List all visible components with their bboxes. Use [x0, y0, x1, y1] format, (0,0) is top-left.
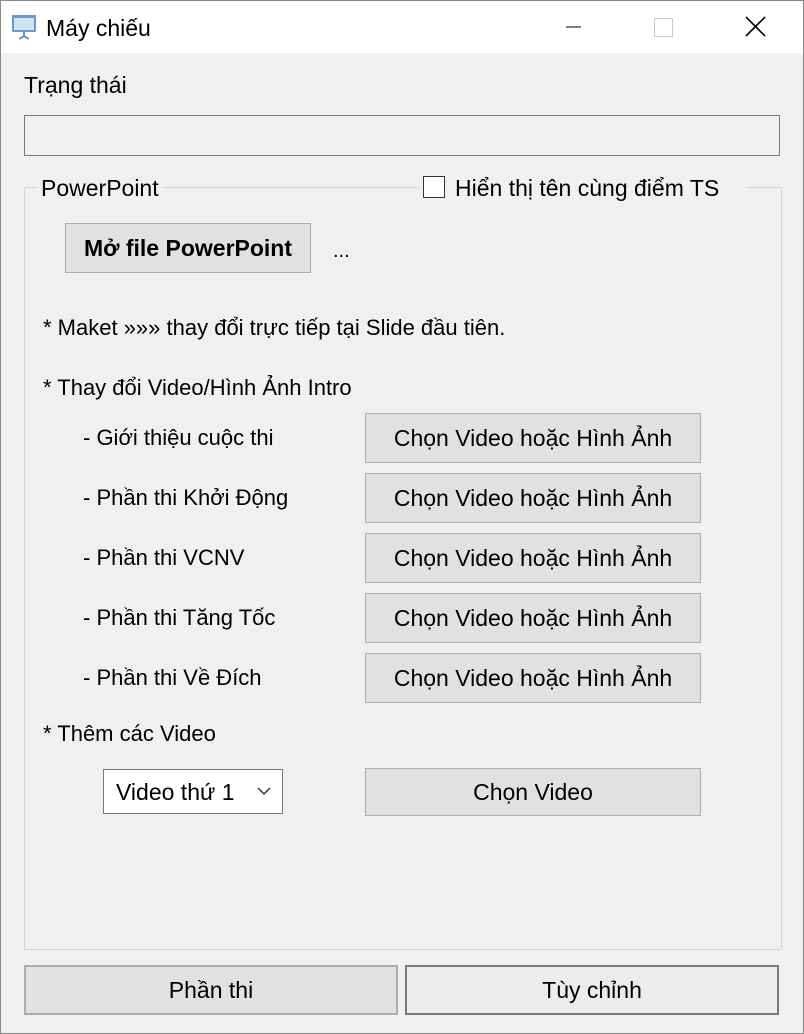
choose-media-label: Chọn Video hoặc Hình Ảnh — [393, 665, 673, 691]
custom-button-label: Tùy chỉnh — [542, 977, 642, 1003]
title-bar: Máy chiếu — [1, 1, 803, 53]
open-powerpoint-button[interactable]: Mở file PowerPoint — [65, 223, 311, 273]
choose-tang-toc-media-button[interactable]: Chọn Video hoặc Hình Ảnh — [365, 593, 701, 643]
choose-ve-dich-media-button[interactable]: Chọn Video hoặc Hình Ảnh — [365, 653, 701, 703]
choose-video-label: Chọn Video — [473, 779, 593, 805]
intro-row-label: - Phần thi Khởi Động — [83, 485, 289, 510]
intro-row-label: - Phần thi VCNV — [83, 545, 245, 570]
choose-video-button[interactable]: Chọn Video — [365, 768, 701, 816]
choose-intro-media-button[interactable]: Chọn Video hoặc Hình Ảnh — [365, 413, 701, 463]
intro-row-label: - Giới thiệu cuộc thi — [83, 425, 274, 450]
projector-window: Máy chiếu Trạng thái PowerPoint Hiển thị… — [0, 0, 804, 1034]
add-videos-heading: * Thêm các Video — [43, 721, 216, 746]
powerpoint-file-name: ... — [333, 240, 350, 262]
show-name-checkbox[interactable] — [423, 176, 445, 198]
choose-media-label: Chọn Video hoặc Hình Ảnh — [393, 485, 673, 511]
choose-vcnv-media-button[interactable]: Chọn Video hoặc Hình Ảnh — [365, 533, 701, 583]
status-display — [24, 115, 780, 156]
maket-note: * Maket »»» thay đổi trực tiếp tại Slide… — [43, 315, 506, 340]
open-powerpoint-label: Mở file PowerPoint — [83, 235, 293, 261]
close-button[interactable] — [725, 1, 785, 53]
choose-media-label: Chọn Video hoặc Hình Ảnh — [393, 425, 673, 451]
choose-khoi-dong-media-button[interactable]: Chọn Video hoặc Hình Ảnh — [365, 473, 701, 523]
projector-screen-icon — [12, 15, 36, 40]
window-title: Máy chiếu — [46, 15, 151, 41]
maximize-button[interactable] — [633, 1, 693, 53]
parts-button[interactable]: Phần thi — [24, 965, 398, 1015]
intro-heading: * Thay đổi Video/Hình Ảnh Intro — [43, 375, 352, 400]
minimize-button[interactable] — [543, 1, 603, 53]
powerpoint-group-title: PowerPoint — [38, 174, 162, 202]
show-name-checkbox-label[interactable]: Hiển thị tên cùng điểm TS — [455, 174, 719, 202]
intro-row-label: - Phần thi Tăng Tốc — [83, 605, 276, 630]
maximize-icon — [654, 18, 673, 37]
choose-media-label: Chọn Video hoặc Hình Ảnh — [393, 605, 673, 631]
minimize-icon — [566, 26, 581, 28]
intro-row-label: - Phần thi Về Đích — [83, 665, 262, 690]
chevron-down-icon — [257, 787, 271, 796]
video-number-select[interactable]: Video thứ 1 — [103, 769, 283, 814]
choose-media-label: Chọn Video hoặc Hình Ảnh — [393, 545, 673, 571]
parts-button-label: Phần thi — [168, 977, 254, 1003]
close-icon — [745, 16, 766, 37]
video-number-select-value: Video thứ 1 — [116, 779, 235, 805]
status-label: Trạng thái — [24, 72, 127, 98]
custom-button[interactable]: Tùy chỉnh — [405, 965, 779, 1015]
